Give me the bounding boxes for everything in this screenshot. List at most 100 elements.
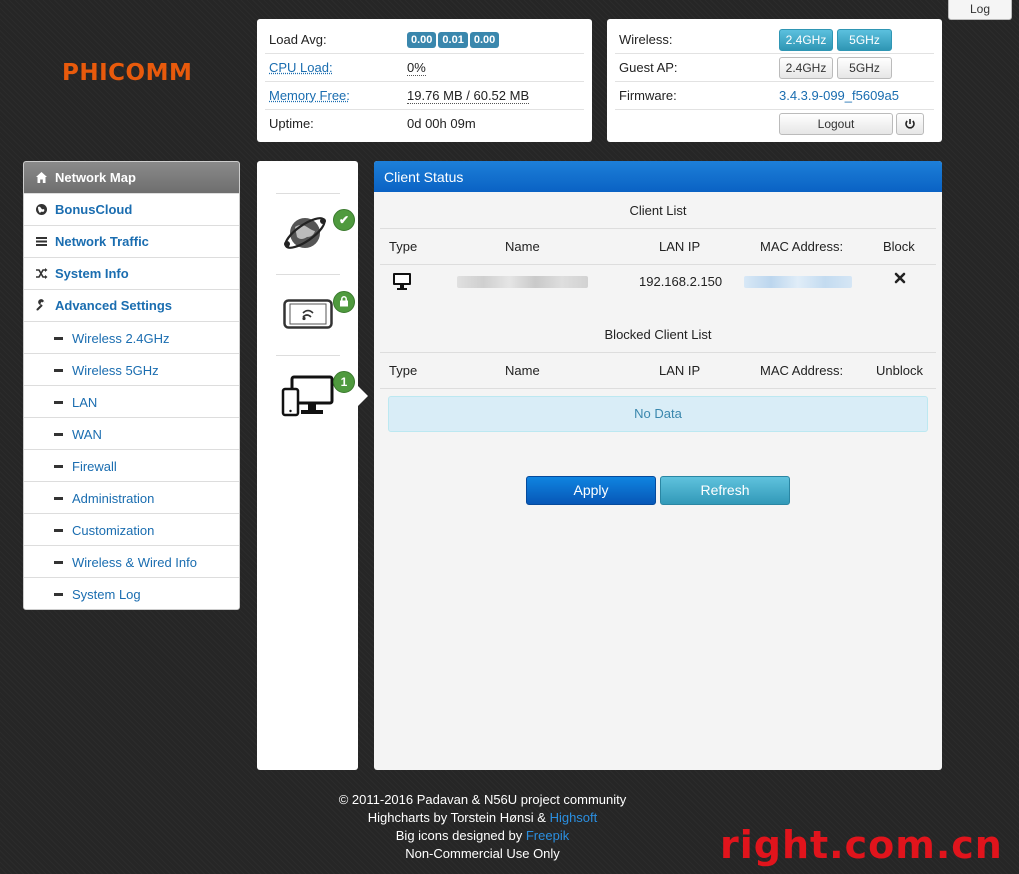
cpu-load-value: 0% (407, 60, 426, 76)
column-header: LAN IP (659, 363, 701, 378)
load-avg-label: Load Avg: (269, 32, 327, 47)
sidebar-item-label: Advanced Settings (55, 298, 173, 313)
dash-icon (54, 369, 63, 372)
lock-icon (333, 291, 355, 313)
load-avg-badge: 0.00 (407, 32, 437, 48)
load-avg-values: 0.00 0.01 0.00 (407, 31, 501, 48)
dash-icon (54, 337, 63, 340)
sidebar-subitem-label: Customization (72, 523, 155, 538)
client-mac-redacted (744, 276, 852, 288)
sidebar-item-label: System Info (55, 266, 129, 281)
no-data-alert: No Data (388, 396, 928, 432)
desktop-icon (392, 271, 412, 294)
guest-24-button[interactable]: 2.4GHz (779, 57, 833, 79)
sidebar-subitem-wireless-5[interactable]: Wireless 5GHz (24, 354, 239, 386)
freepik-link[interactable]: Freepik (526, 828, 569, 843)
blocked-table-header: Type Name LAN IP MAC Address: Unblock (380, 352, 936, 389)
sidebar-item-network-map[interactable]: Network Map (24, 162, 239, 194)
wireless-button[interactable] (283, 299, 333, 329)
footer-text: Big icons designed by (395, 828, 526, 843)
dash-icon (54, 465, 63, 468)
footer-text: Highcharts by Torstein Hønsi & (367, 810, 550, 825)
sidebar-nav: Network Map BonusCloud Network Traffic S… (23, 161, 240, 610)
sidebar-subitem-label: LAN (72, 395, 98, 410)
highsoft-link[interactable]: Highsoft (550, 810, 598, 825)
network-map-icons: ✔ 1 (257, 161, 358, 770)
column-header: LAN IP (659, 239, 701, 254)
sidebar-item-system-info[interactable]: System Info (24, 258, 239, 290)
sidebar-item-bonuscloud[interactable]: BonusCloud (24, 194, 239, 226)
load-avg-badge: 0.01 (438, 32, 468, 48)
check-icon: ✔ (333, 209, 355, 231)
divider (276, 274, 340, 275)
load-avg-row: Load Avg: 0.00 0.01 0.00 (265, 26, 584, 54)
power-icon (905, 119, 915, 129)
memory-free-link[interactable]: Memory Free: (269, 88, 350, 103)
sidebar-item-label: BonusCloud (55, 202, 133, 217)
column-header: MAC Address: (760, 363, 844, 378)
clients-count-badge: 1 (333, 371, 355, 393)
sidebar-subitem-wireless-wired-info[interactable]: Wireless & Wired Info (24, 546, 239, 578)
brand-logo: PHICOMM (62, 60, 193, 86)
column-header: Type (389, 363, 418, 378)
sidebar-subitem-label: Wireless & Wired Info (72, 555, 197, 570)
sidebar-subitem-label: Wireless 2.4GHz (72, 331, 170, 346)
dash-icon (54, 529, 63, 532)
sidebar-subitem-administration[interactable]: Administration (24, 482, 239, 514)
refresh-button[interactable]: Refresh (660, 476, 790, 505)
firmware-row: Firmware: 3.4.3.9-099_f5609a5 (615, 82, 934, 110)
guest-ap-label: Guest AP: (619, 60, 678, 75)
panel-title: Client Status (384, 169, 464, 185)
column-header: Name (505, 239, 540, 254)
footer-copyright: © 2011-2016 Padavan & N56U project commu… (338, 792, 627, 807)
divider (276, 193, 340, 194)
sidebar-item-label: Network Traffic (55, 234, 149, 249)
sidebar-subitem-label: WAN (72, 427, 102, 442)
sidebar-subitem-wireless-24[interactable]: Wireless 2.4GHz (24, 322, 239, 354)
column-header: Unblock (876, 363, 923, 378)
sidebar-subitem-firewall[interactable]: Firewall (24, 450, 239, 482)
clients-button[interactable] (281, 375, 335, 417)
load-avg-badge: 0.00 (469, 32, 500, 48)
internet-button[interactable] (281, 207, 333, 259)
panel-header: Client Status (374, 161, 942, 192)
sidebar-subitem-label: Firewall (72, 459, 117, 474)
column-header: MAC Address: (760, 239, 844, 254)
apply-button[interactable]: Apply (526, 476, 656, 505)
guest-5-button[interactable]: 5GHz (837, 57, 892, 79)
cpu-load-link[interactable]: CPU Load: (269, 60, 333, 75)
wireless-5-button[interactable]: 5GHz (837, 29, 892, 51)
dash-icon (54, 401, 63, 404)
log-button[interactable]: Log (948, 0, 1012, 20)
dash-icon (54, 561, 63, 564)
sidebar-subitem-customization[interactable]: Customization (24, 514, 239, 546)
wireless-24-button[interactable]: 2.4GHz (779, 29, 833, 51)
sidebar-subitem-label: System Log (72, 587, 141, 602)
client-status-panel: Client Status Client List Type Name LAN … (374, 161, 942, 770)
client-list-title: Client List (629, 203, 687, 218)
guest-ap-row: Guest AP: 2.4GHz 5GHz (615, 54, 934, 82)
client-table-header: Type Name LAN IP MAC Address: Block (380, 228, 936, 265)
sidebar-subitem-label: Wireless 5GHz (72, 363, 159, 378)
table-row: 192.168.2.150 (380, 264, 936, 299)
dash-icon (54, 497, 63, 500)
watermark: right.com.cn (720, 823, 1003, 867)
client-name-redacted (457, 276, 588, 288)
power-button[interactable] (896, 113, 924, 135)
column-header: Name (505, 363, 540, 378)
column-header: Block (883, 239, 915, 254)
logout-button[interactable]: Logout (779, 113, 893, 135)
wireless-row: Wireless: 2.4GHz 5GHz (615, 26, 934, 54)
globe-network-icon (284, 217, 326, 249)
sidebar-subitem-lan[interactable]: LAN (24, 386, 239, 418)
client-lan-ip: 192.168.2.150 (639, 274, 723, 289)
firmware-link[interactable]: 3.4.3.9-099_f5609a5 (779, 88, 899, 103)
close-icon[interactable] (894, 272, 906, 287)
system-status-panel: Load Avg: 0.00 0.01 0.00 CPU Load: 0% Memo… (257, 19, 592, 142)
shuffle-icon (35, 267, 48, 280)
sidebar-subitem-system-log[interactable]: System Log (24, 578, 239, 609)
sidebar-subitem-wan[interactable]: WAN (24, 418, 239, 450)
sidebar-item-network-traffic[interactable]: Network Traffic (24, 226, 239, 258)
dash-icon (54, 433, 63, 436)
sidebar-item-advanced-settings[interactable]: Advanced Settings (24, 290, 239, 322)
